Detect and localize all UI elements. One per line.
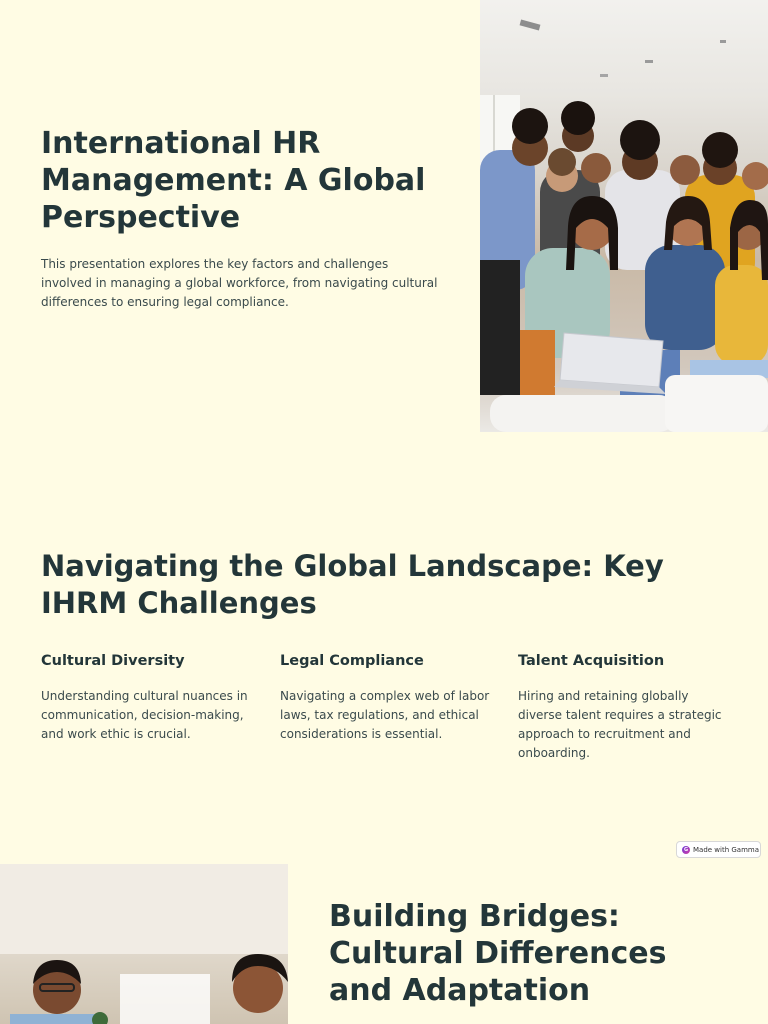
card-cultural-diversity: Cultural Diversity Understanding cultura… (41, 650, 251, 744)
group-photo-illustration (480, 19, 768, 432)
made-with-gamma-badge[interactable]: G Made with Gamma (676, 841, 761, 858)
badge-label: Made with Gamma (693, 845, 760, 854)
card-legal-compliance: Legal Compliance Navigating a complex we… (280, 650, 490, 744)
card-talent-acquisition: Talent Acquisition Hiring and retaining … (518, 650, 728, 763)
card-text: Navigating a complex web of labor laws, … (280, 689, 490, 741)
card-title: Cultural Diversity (41, 653, 185, 669)
card-title: Legal Compliance (280, 653, 424, 669)
meeting-photo-illustration (0, 864, 288, 1024)
section-title-challenges: Navigating the Global Landscape: Key IHR… (41, 549, 664, 620)
gamma-logo-icon: G (682, 845, 690, 854)
card-title: Talent Acquisition (518, 653, 665, 669)
section-title-building-bridges: Building Bridges: Cultural Differences a… (329, 899, 667, 1008)
card-text: Hiring and retaining globally diverse ta… (518, 689, 722, 760)
meeting-photo-icon (0, 864, 288, 1024)
intro-description: This presentation explores the key facto… (41, 257, 438, 309)
card-text: Understanding cultural nuances in commun… (41, 689, 248, 741)
group-photo-icon (480, 0, 768, 432)
page-title: International HR Management: A Global Pe… (41, 126, 426, 235)
